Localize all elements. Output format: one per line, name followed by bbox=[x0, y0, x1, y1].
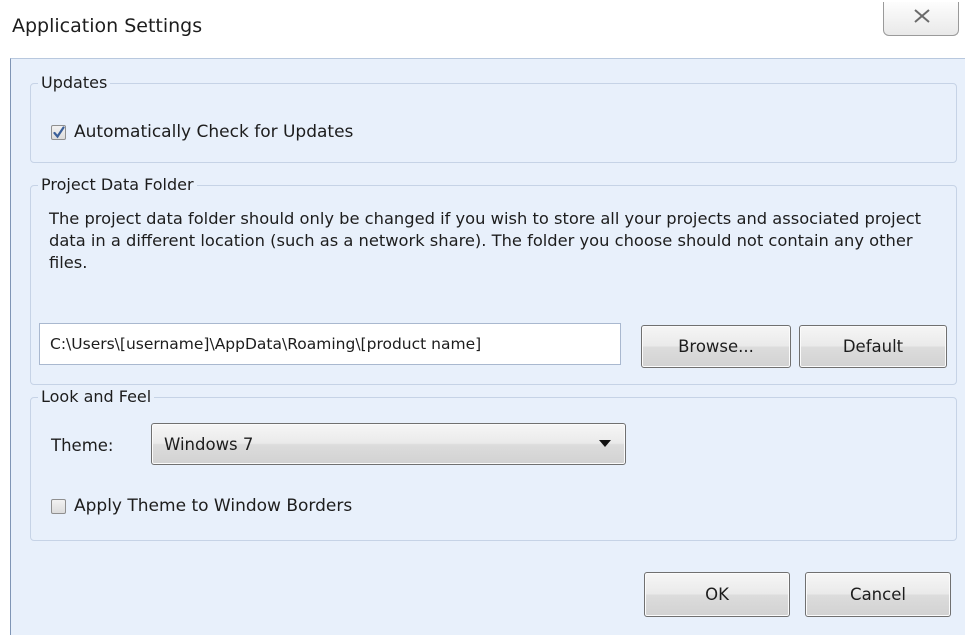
checkmark-icon bbox=[53, 125, 65, 138]
theme-label: Theme: bbox=[51, 436, 114, 455]
ok-button[interactable]: OK bbox=[644, 572, 790, 617]
auto-check-updates-label: Automatically Check for Updates bbox=[74, 122, 354, 142]
chevron-down-icon bbox=[599, 440, 611, 447]
apply-theme-borders-label: Apply Theme to Window Borders bbox=[74, 496, 353, 516]
apply-theme-borders-row[interactable]: Apply Theme to Window Borders bbox=[51, 496, 352, 516]
default-button[interactable]: Default bbox=[799, 325, 947, 368]
apply-theme-borders-checkbox[interactable] bbox=[51, 498, 66, 514]
auto-check-updates-row[interactable]: Automatically Check for Updates bbox=[51, 122, 353, 142]
look-and-feel-group-label: Look and Feel bbox=[38, 387, 155, 406]
dialog-body: Updates Automatically Check for Updates … bbox=[10, 58, 965, 635]
updates-group: Updates Automatically Check for Updates bbox=[30, 73, 957, 163]
project-data-folder-description: The project data folder should only be c… bbox=[49, 209, 922, 272]
title-bar[interactable]: Application Settings bbox=[0, 0, 965, 58]
updates-group-label: Updates bbox=[38, 73, 111, 92]
settings-window: Application Settings Updates Automatical… bbox=[0, 0, 965, 635]
look-and-feel-group: Look and Feel bbox=[30, 387, 957, 541]
browse-button[interactable]: Browse... bbox=[641, 325, 791, 368]
close-x-icon bbox=[914, 9, 930, 23]
close-button[interactable] bbox=[883, 2, 959, 36]
project-folder-path-input[interactable] bbox=[39, 323, 621, 365]
window-title: Application Settings bbox=[12, 15, 203, 37]
theme-select-value: Windows 7 bbox=[164, 435, 254, 454]
theme-select[interactable]: Windows 7 bbox=[151, 423, 626, 465]
project-data-folder-group-label: Project Data Folder bbox=[38, 175, 197, 194]
auto-check-updates-checkbox[interactable] bbox=[51, 124, 66, 140]
cancel-button[interactable]: Cancel bbox=[805, 572, 951, 617]
